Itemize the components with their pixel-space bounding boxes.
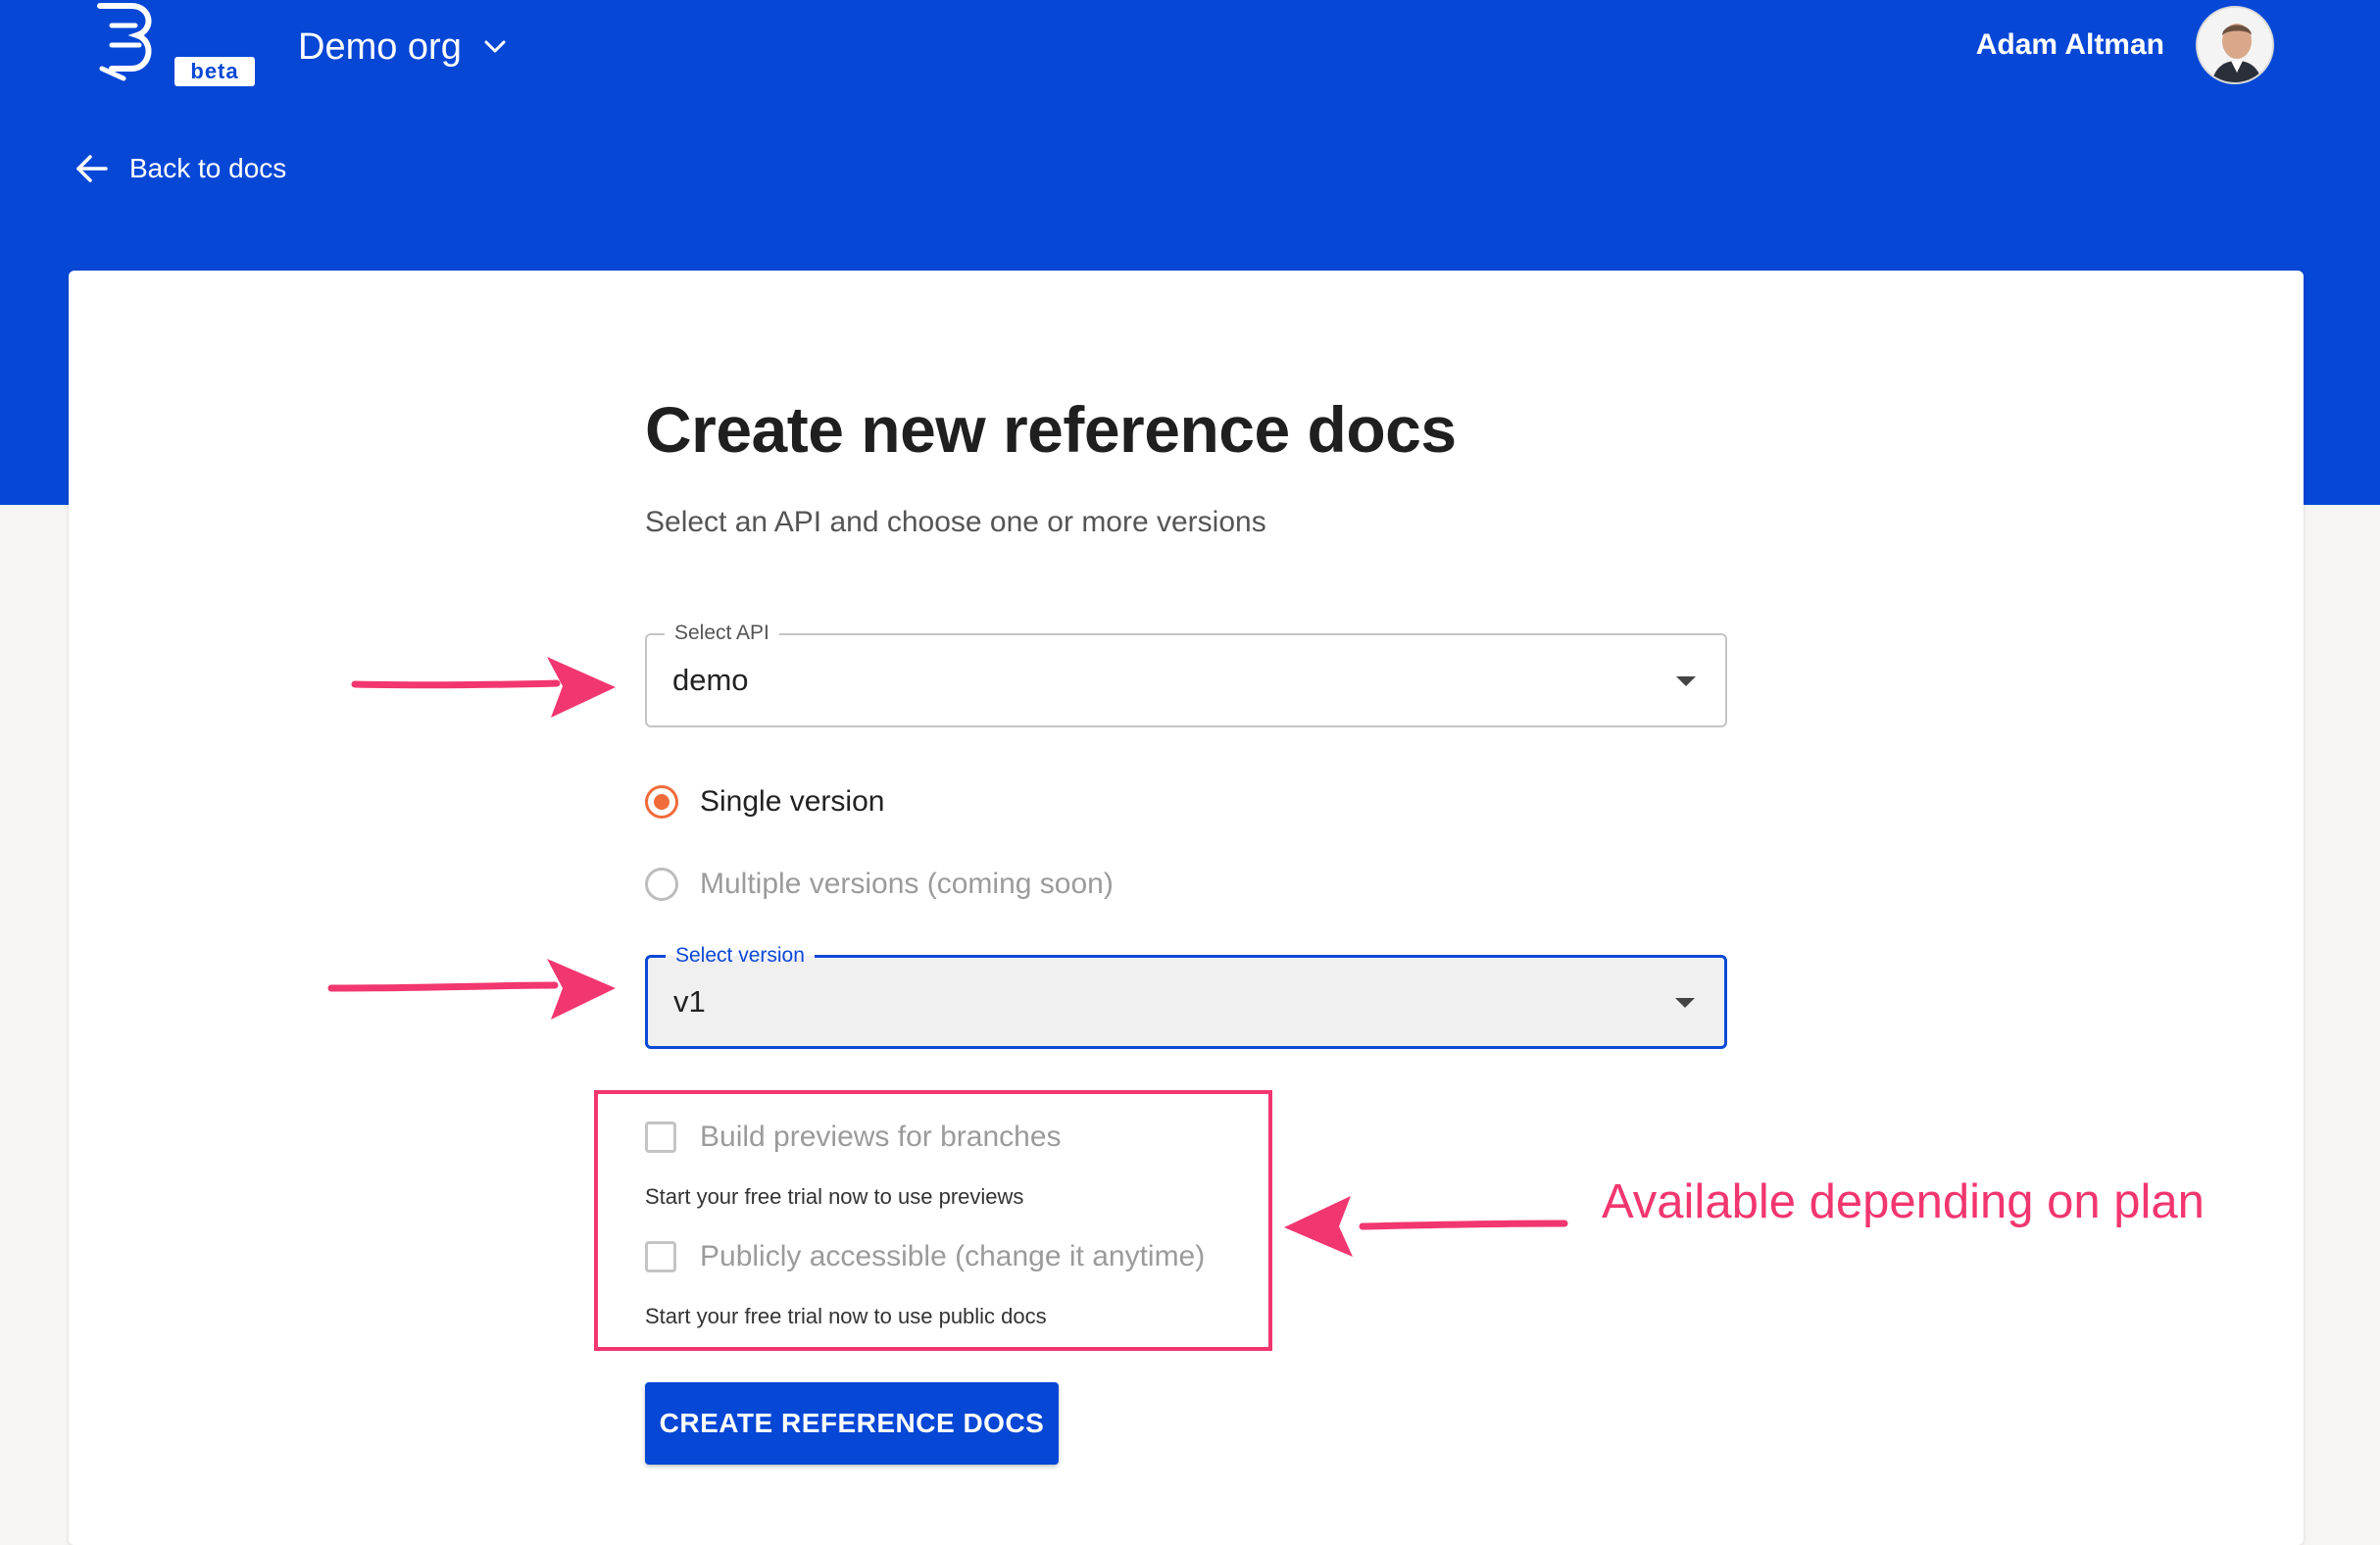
plan-annotation: Available depending on plan <box>1602 1175 2205 1228</box>
org-name: Demo org <box>298 25 462 68</box>
back-to-docs-link[interactable]: Back to docs <box>74 147 286 190</box>
page-title: Create new reference docs <box>645 393 1457 466</box>
chevron-down-icon <box>484 40 506 53</box>
select-version-value: v1 <box>673 984 706 1019</box>
dropdown-caret-icon <box>1675 998 1695 1008</box>
radio-label: Multiple versions (coming soon) <box>700 868 1114 900</box>
user-menu[interactable]: Adam Altman <box>1976 6 2274 84</box>
select-version-label: Select version <box>666 944 815 968</box>
page-subtitle: Select an API and choose one or more ver… <box>645 506 1266 538</box>
app-logo[interactable]: beta <box>94 0 257 90</box>
annotation-arrow-icon <box>327 959 616 1020</box>
annotation-arrow-icon <box>351 657 616 718</box>
user-name: Adam Altman <box>1975 28 2164 61</box>
radio-checked-icon[interactable] <box>645 785 678 819</box>
select-api-dropdown[interactable]: Select API demo <box>645 622 1727 727</box>
plan-highlight-box <box>594 1090 1272 1351</box>
radio-multiple-versions: Multiple versions (coming soon) <box>645 863 1114 906</box>
back-label: Back to docs <box>129 153 287 183</box>
select-version-dropdown[interactable]: Select version v1 <box>645 944 1727 1049</box>
create-reference-docs-button[interactable]: CREATE REFERENCE DOCS <box>645 1382 1059 1465</box>
radio-single-version[interactable]: Single version <box>645 780 884 823</box>
radio-unchecked-icon <box>645 868 678 901</box>
dropdown-caret-icon <box>1676 676 1696 686</box>
user-photo-icon <box>2198 8 2272 82</box>
org-switcher[interactable]: Demo org <box>298 20 507 75</box>
select-api-label: Select API <box>665 622 779 645</box>
arrow-left-icon <box>76 155 108 182</box>
radio-label: Single version <box>700 785 885 818</box>
select-api-value: demo <box>672 663 749 697</box>
avatar[interactable] <box>2196 6 2274 84</box>
beta-badge: beta <box>190 59 239 83</box>
annotation-arrow-icon <box>1284 1196 1568 1257</box>
